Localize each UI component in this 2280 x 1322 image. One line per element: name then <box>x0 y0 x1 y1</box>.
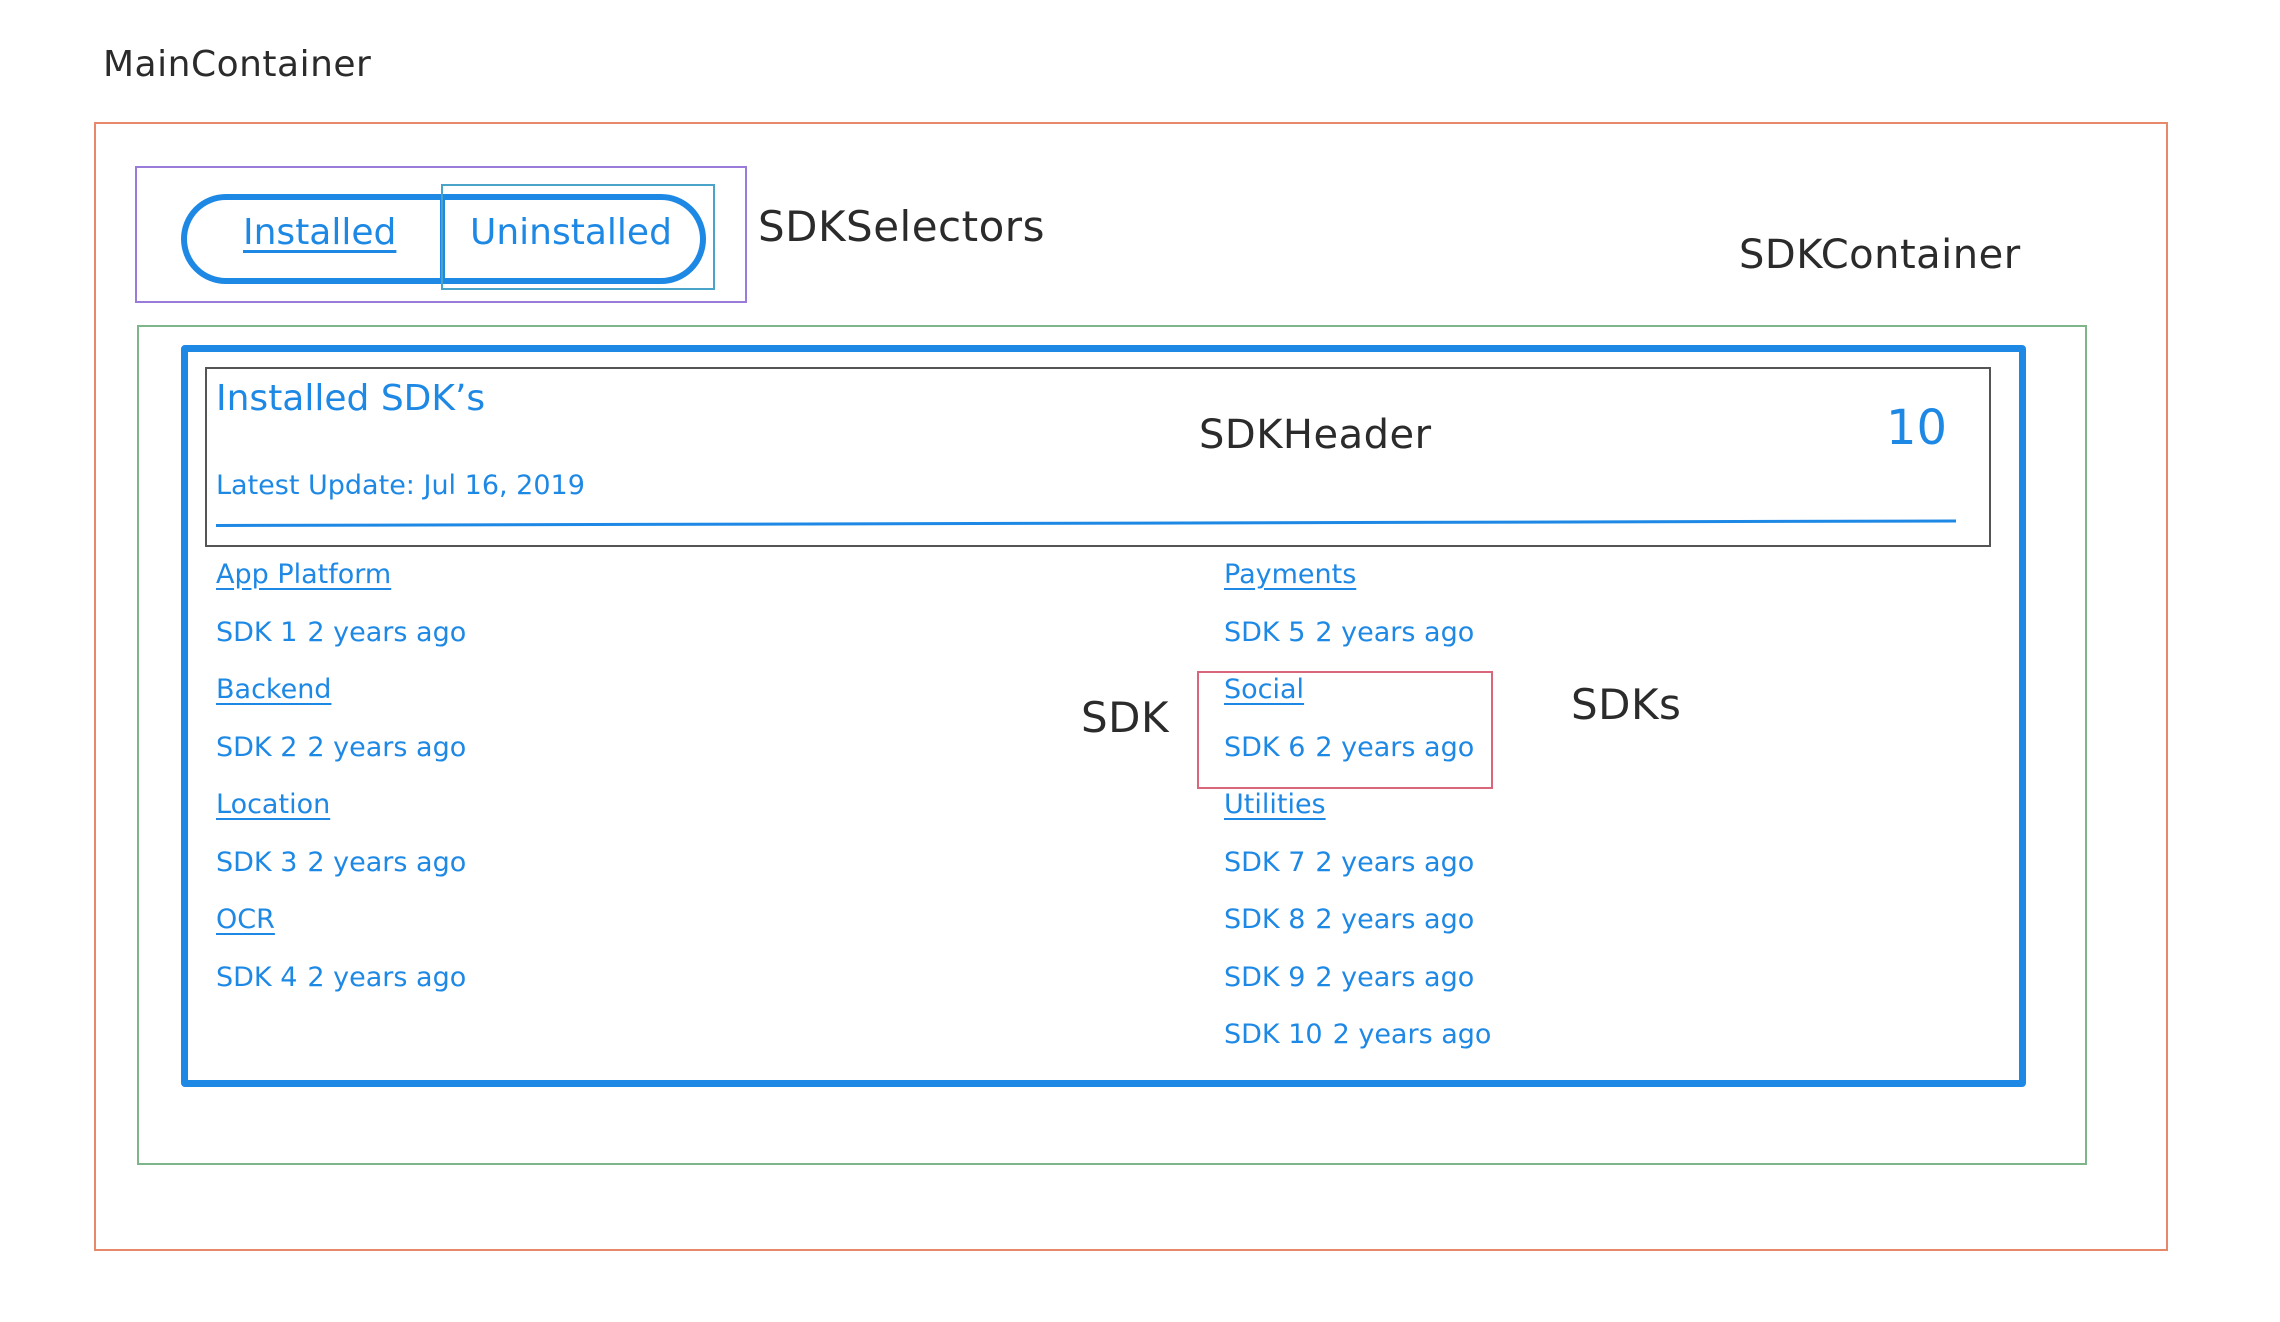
sdk-age: 2 years ago <box>1315 904 1475 935</box>
sdk-list-column-left: App Platform SDK 12 years ago Backend SDK 2… <box>216 555 916 1015</box>
sdk-count: 10 <box>1886 400 1948 456</box>
sdk-entry: SDK 9 2 years ago <box>1224 958 1924 1016</box>
sdk-category-link[interactable]: App Platform <box>216 555 916 613</box>
uninstalled-tab[interactable]: Uninstalled <box>470 212 672 253</box>
sdk-age: 2 years ago <box>1332 1019 1492 1050</box>
sdk-age: 2 years ago <box>307 846 467 878</box>
sdk-name: SDK 6 <box>1224 731 1306 763</box>
sdk-age: 2 years ago <box>307 961 467 993</box>
sdk-age: 2 years ago <box>307 616 467 648</box>
sdk-header-annotation: SDKHeader <box>1199 412 1432 458</box>
sdk-entry: SDK 6 2 years ago <box>1224 728 1924 786</box>
sdk-list-column-right: Payments SDK 52 years ago Social SDK 62 yea… <box>1224 555 1924 1073</box>
sdk-entry: SDK 3 2 years ago <box>216 843 916 901</box>
sdk-age: 2 years ago <box>1315 961 1475 993</box>
sdk-age: 2 years ago <box>1315 616 1475 648</box>
sdk-category-link[interactable]: Backend <box>216 670 916 728</box>
installed-tab[interactable]: Installed <box>243 212 396 253</box>
sdk-entry: SDK 5 2 years ago <box>1224 613 1924 671</box>
sdk-entry: SDK 1 2 years ago <box>216 613 916 671</box>
sdk-category-link[interactable]: OCR <box>216 900 916 958</box>
sdk-category-link[interactable]: Social <box>1224 670 1924 728</box>
sdk-age: 2 years ago <box>1315 846 1475 878</box>
sdk-name: SDK 10 <box>1224 1019 1323 1050</box>
sdk-name: SDK 5 <box>1224 616 1306 648</box>
sdk-entry: SDK 2 2 years ago <box>216 728 916 786</box>
sdk-category-link[interactable]: Utilities <box>1224 785 1924 843</box>
sdk-entry: SDK 10 2 years ago <box>1224 1015 1924 1073</box>
sdk-name: SDK 8 <box>1224 904 1306 935</box>
sdk-age: 2 years ago <box>307 731 467 763</box>
sdk-name: SDK 9 <box>1224 961 1306 993</box>
sdk-header-title: Installed SDK’s <box>216 378 486 419</box>
sdk-name: SDK 7 <box>1224 846 1306 878</box>
sdk-container-annotation: SDKContainer <box>1739 232 2021 278</box>
sdk-name: SDK 4 <box>216 961 298 993</box>
sdk-selectors-annotation: SDKSelectors <box>758 202 1045 251</box>
sdk-entry: SDK 4 2 years ago <box>216 958 916 1016</box>
latest-update-text: Latest Update: Jul 16, 2019 <box>216 470 585 501</box>
sdk-name: SDK 2 <box>216 731 298 763</box>
sdk-entry: SDK 7 2 years ago <box>1224 843 1924 901</box>
sdk-name: SDK 3 <box>216 846 298 878</box>
sdk-category-link[interactable]: Location <box>216 785 916 843</box>
sdk-annotation: SDK <box>1081 693 1170 742</box>
sdk-category-link[interactable]: Payments <box>1224 555 1924 613</box>
sdk-age: 2 years ago <box>1315 731 1475 763</box>
sdk-name: SDK 1 <box>216 616 298 648</box>
sdk-entry: SDK 8 2 years ago <box>1224 900 1924 958</box>
main-container-annotation: MainContainer <box>103 44 372 85</box>
